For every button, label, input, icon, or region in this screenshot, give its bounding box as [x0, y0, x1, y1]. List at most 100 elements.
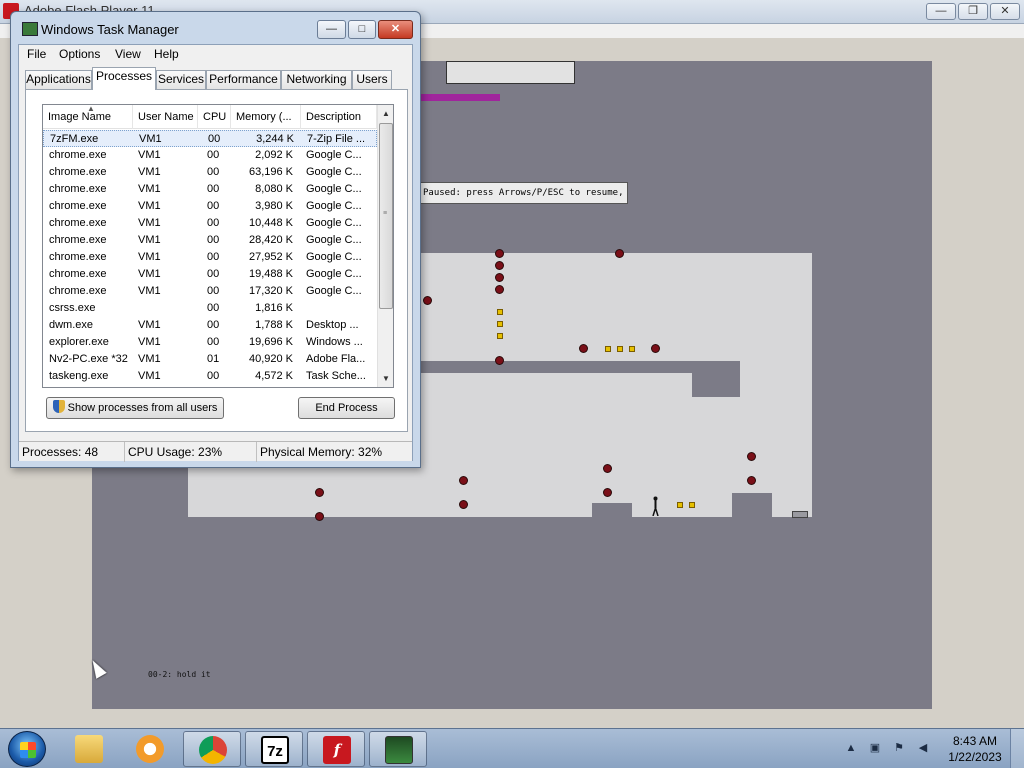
process-list[interactable]: ▲ Image Name User Name CPU Memory (... D… — [42, 104, 394, 388]
level-upper-area — [420, 253, 812, 373]
cell-cpu: 00 — [207, 285, 220, 297]
mine — [424, 297, 431, 304]
table-row[interactable]: chrome.exe VM1 00 27,952 K Google C... — [43, 249, 377, 266]
tab-services[interactable]: Services — [156, 70, 206, 89]
tab-networking[interactable]: Networking — [281, 70, 352, 89]
cell-user-name: VM1 — [138, 336, 161, 348]
windows-logo-icon — [20, 742, 36, 758]
tab-applications[interactable]: Applications — [25, 70, 92, 89]
table-row[interactable]: taskeng.exe VM1 00 4,572 K Task Sche... — [43, 368, 377, 385]
cell-user-name: VM1 — [138, 149, 161, 161]
flash-close-button[interactable]: ✕ — [990, 3, 1020, 20]
cell-image-name: chrome.exe — [49, 217, 107, 229]
table-row[interactable]: chrome.exe VM1 00 19,488 K Google C... — [43, 266, 377, 283]
table-row[interactable]: chrome.exe VM1 00 3,980 K Google C... — [43, 198, 377, 215]
taskbar-flash[interactable]: f — [307, 731, 365, 767]
cell-cpu: 00 — [207, 268, 220, 280]
col-memory[interactable]: Memory (... — [231, 105, 301, 129]
taskbar-media-player[interactable] — [121, 731, 179, 767]
gold-piece — [497, 333, 503, 339]
show-all-processes-button[interactable]: Show processes from all users — [46, 397, 224, 419]
scroll-down-arrow-icon[interactable]: ▼ — [378, 370, 393, 387]
gold-piece — [497, 309, 503, 315]
mine — [604, 465, 611, 472]
cell-memory: 17,320 K — [248, 285, 293, 297]
gold-piece — [689, 502, 695, 508]
task-manager-window: Windows Task Manager — □ ✕ File Options … — [10, 11, 421, 468]
mine — [652, 345, 659, 352]
table-row[interactable]: chrome.exe VM1 00 10,448 K Google C... — [43, 215, 377, 232]
tab-users[interactable]: Users — [352, 70, 392, 89]
table-row[interactable]: 7zFM.exe VM1 00 3,244 K 7-Zip File ... — [43, 130, 377, 147]
cell-user-name: VM1 — [138, 353, 161, 365]
cell-user-name: VM1 — [138, 285, 161, 297]
clock-date[interactable]: 1/22/2023 — [940, 750, 1010, 764]
taskbar-explorer[interactable] — [60, 731, 118, 767]
table-row[interactable]: explorer.exe VM1 00 19,696 K Windows ... — [43, 334, 377, 351]
table-row[interactable]: chrome.exe VM1 00 28,420 K Google C... — [43, 232, 377, 249]
scroll-thumb[interactable]: ≡ — [379, 123, 393, 309]
media-player-icon — [136, 735, 164, 763]
cell-cpu: 00 — [207, 217, 220, 229]
minimize-button[interactable]: — — [317, 20, 346, 39]
task-manager-icon — [22, 22, 38, 36]
status-processes: Processes: 48 — [19, 442, 125, 462]
cell-image-name: dwm.exe — [49, 319, 94, 331]
mine — [496, 250, 503, 257]
taskbar-task-manager[interactable] — [369, 731, 427, 767]
show-desktop-button[interactable] — [1010, 729, 1024, 768]
col-image-name-label: Image Name — [48, 111, 111, 123]
col-user-name[interactable]: User Name — [133, 105, 198, 129]
show-hidden-icons-arrow-icon[interactable]: ▲ — [844, 741, 858, 755]
menu-file[interactable]: File — [27, 47, 46, 61]
cell-memory: 28,420 K — [248, 234, 293, 246]
menu-view[interactable]: View — [115, 47, 141, 61]
col-cpu[interactable]: CPU — [198, 105, 231, 129]
gold-piece — [617, 346, 623, 352]
cell-image-name: chrome.exe — [49, 268, 107, 280]
folder-icon — [75, 735, 103, 763]
start-button[interactable] — [8, 731, 46, 767]
cell-image-name: 7zFM.exe — [50, 133, 99, 145]
table-row[interactable]: chrome.exe VM1 00 2,092 K Google C... — [43, 147, 377, 164]
7zip-icon: 7z — [261, 736, 289, 764]
scroll-up-arrow-icon[interactable]: ▲ — [378, 105, 393, 122]
mine — [616, 250, 623, 257]
table-row[interactable]: chrome.exe VM1 00 63,196 K Google C... — [43, 164, 377, 181]
table-row[interactable]: chrome.exe VM1 00 17,320 K Google C... — [43, 283, 377, 300]
flash-icon: f — [323, 736, 351, 764]
cell-memory: 8,080 K — [255, 183, 293, 195]
action-center-flag-icon[interactable]: ⚑ — [892, 741, 906, 755]
flash-restore-button[interactable]: ❐ — [958, 3, 988, 20]
taskbar-7zip[interactable]: 7z — [245, 731, 303, 767]
menu-help[interactable]: Help — [154, 47, 179, 61]
end-process-button[interactable]: End Process — [298, 397, 395, 419]
col-description[interactable]: Description — [301, 105, 377, 129]
cell-cpu: 00 — [207, 200, 220, 212]
network-icon[interactable]: ▣ — [868, 741, 882, 755]
vertical-scrollbar[interactable]: ▲ ≡ ▼ — [377, 105, 393, 387]
maximize-button[interactable]: □ — [348, 20, 376, 39]
cell-image-name: chrome.exe — [49, 285, 107, 297]
mine — [460, 501, 467, 508]
task-manager-titlebar[interactable]: Windows Task Manager — □ ✕ — [11, 12, 420, 44]
table-row[interactable]: chrome.exe VM1 00 8,080 K Google C... — [43, 181, 377, 198]
cell-user-name: VM1 — [139, 133, 162, 145]
clock-time[interactable]: 8:43 AM — [940, 734, 1010, 748]
tab-performance[interactable]: Performance — [206, 70, 281, 89]
taskbar-chrome[interactable] — [183, 731, 241, 767]
tab-processes[interactable]: Processes — [92, 67, 156, 90]
table-row[interactable]: csrss.exe 00 1,816 K — [43, 300, 377, 317]
volume-icon[interactable]: ◀ — [916, 741, 930, 755]
col-image-name[interactable]: ▲ Image Name — [43, 105, 133, 129]
cell-memory: 19,488 K — [248, 268, 293, 280]
task-manager-icon — [385, 736, 413, 764]
table-row[interactable]: dwm.exe VM1 00 1,788 K Desktop ... — [43, 317, 377, 334]
table-row[interactable]: Nv2-PC.exe *32 VM1 01 40,920 K Adobe Fla... — [43, 351, 377, 368]
menu-options[interactable]: Options — [59, 47, 100, 61]
cell-memory: 40,920 K — [248, 353, 293, 365]
cell-image-name: csrss.exe — [49, 302, 96, 314]
system-tray: ▲ ▣ ⚑ ◀ 8:43 AM 1/22/2023 — [840, 729, 1024, 768]
close-button[interactable]: ✕ — [378, 20, 413, 39]
flash-minimize-button[interactable]: — — [926, 3, 956, 20]
